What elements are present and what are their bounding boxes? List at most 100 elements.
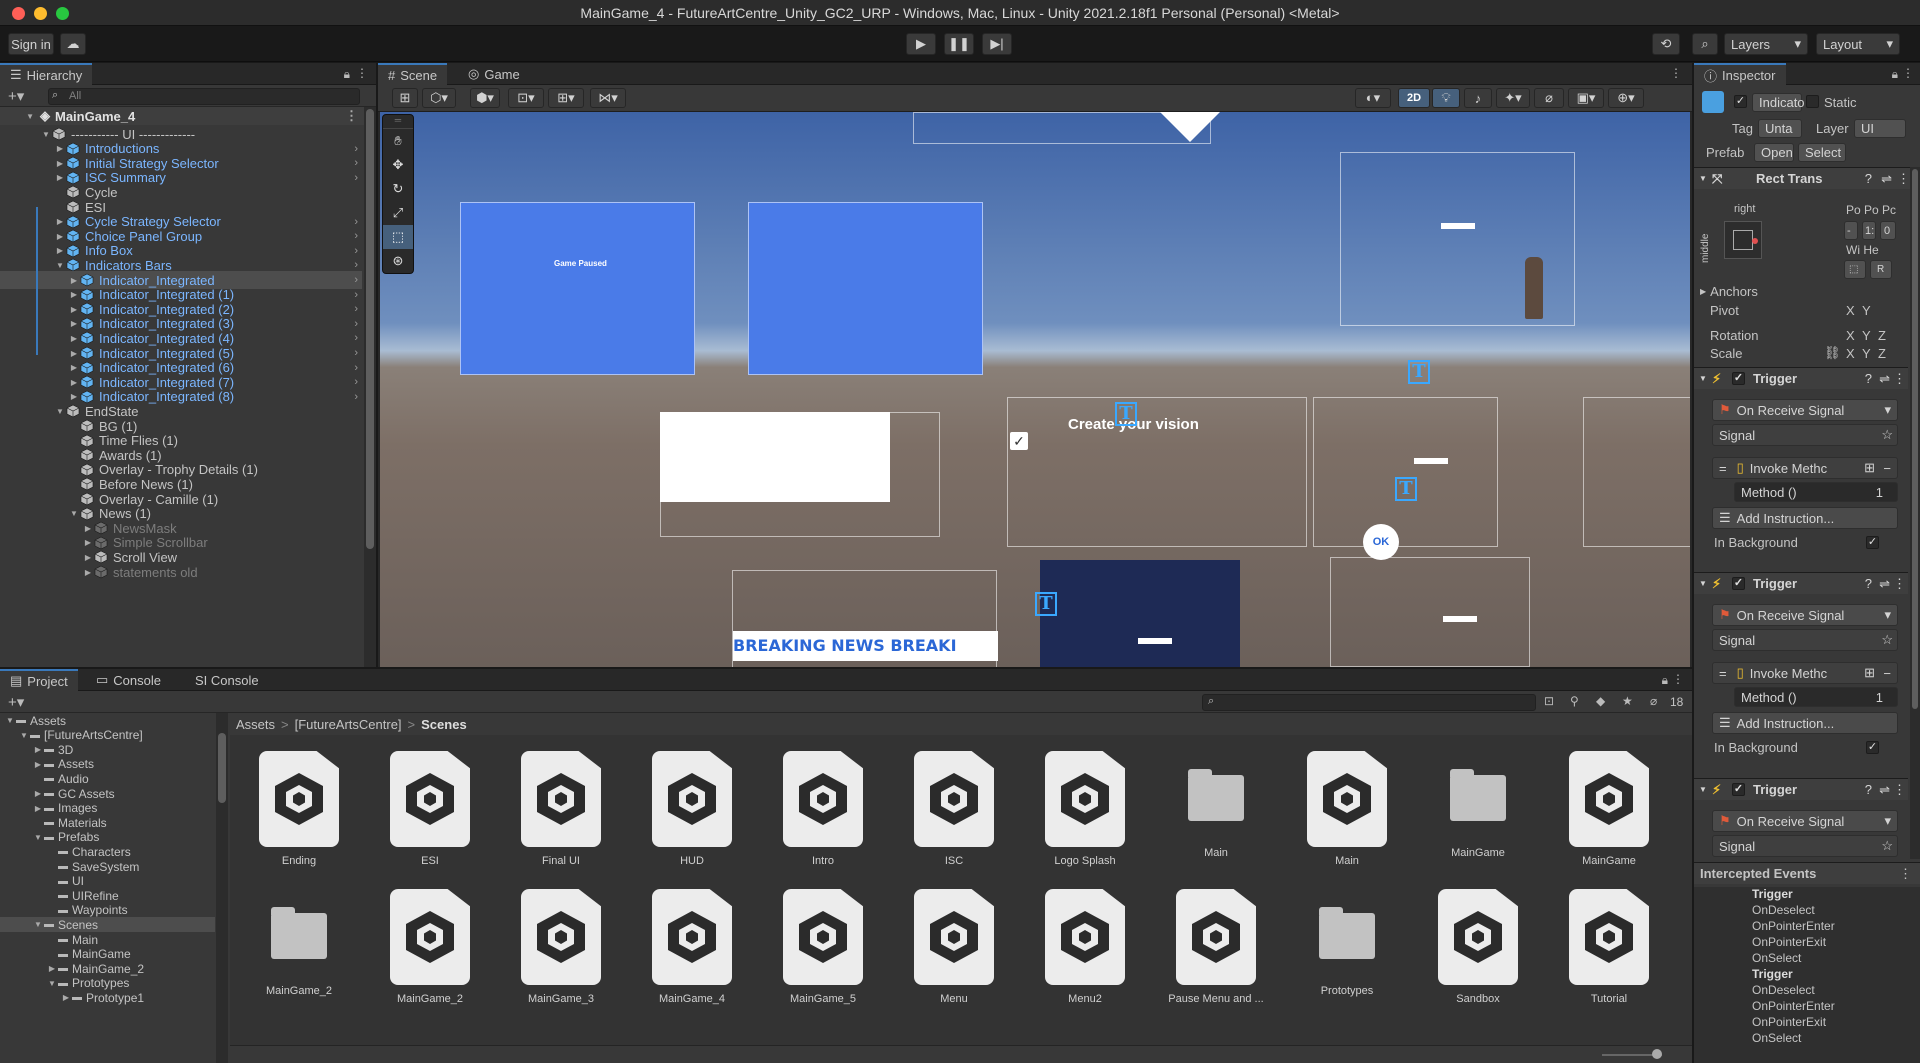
- expand-arrow-icon[interactable]: ▶: [68, 276, 80, 285]
- add-icon[interactable]: +▾: [8, 87, 24, 105]
- remove-icon[interactable]: −: [1883, 666, 1891, 681]
- project-tree-item[interactable]: ▶ ▬ MainGame_2: [0, 961, 215, 976]
- filter-icon[interactable]: ⚲: [1570, 694, 1579, 708]
- enabled-checkbox[interactable]: ✓: [1732, 577, 1745, 590]
- add-instruction-button[interactable]: ☰ Add Instruction...: [1712, 712, 1898, 734]
- preset-icon[interactable]: ⇌: [1879, 782, 1890, 798]
- asset-scene-file[interactable]: Menu2: [1030, 889, 1140, 1019]
- prefab-select-button[interactable]: Select: [1798, 143, 1846, 162]
- asset-scene-file[interactable]: Final UI: [506, 751, 616, 881]
- project-tree-item[interactable]: ▬ Audio: [0, 771, 215, 786]
- chevron-right-icon[interactable]: ›: [354, 143, 358, 155]
- label-icon[interactable]: ◆: [1596, 694, 1605, 708]
- link-icon[interactable]: ⛓: [1824, 345, 1841, 361]
- asset-scene-file[interactable]: Sandbox: [1423, 889, 1533, 1019]
- gizmo-pivot-button[interactable]: ⊞: [392, 88, 418, 108]
- enabled-checkbox[interactable]: ✓: [1732, 372, 1745, 385]
- project-tree-item[interactable]: ▬ MainGame: [0, 947, 215, 962]
- orientation-button[interactable]: ⬢▾: [470, 88, 500, 108]
- project-tree-item[interactable]: ▬ Waypoints: [0, 903, 215, 918]
- raw-edit-button[interactable]: R: [1870, 260, 1892, 279]
- grid-snap-button[interactable]: ⊞▾: [548, 88, 584, 108]
- chevron-right-icon[interactable]: ›: [354, 303, 358, 315]
- expand-arrow-icon[interactable]: ▶: [54, 173, 66, 182]
- expand-arrow-icon[interactable]: ▼: [54, 407, 66, 416]
- pause-button[interactable]: ❚❚: [944, 33, 974, 55]
- scene-viewport[interactable]: ═ ✋︎ ✥ ↻ ⤢ ⬚ ⊛ Game Paused Create your v…: [380, 112, 1690, 667]
- scene-rect-mid[interactable]: Create your vision ✓: [1007, 397, 1307, 547]
- asset-scene-file[interactable]: MainGame_3: [506, 889, 616, 1019]
- expand-arrow-icon[interactable]: ▶: [68, 363, 80, 372]
- star-icon[interactable]: ☆: [1881, 632, 1893, 648]
- search-by-type-icon[interactable]: ⊡: [1544, 694, 1554, 708]
- expand-arrow-icon[interactable]: ▼: [68, 509, 80, 518]
- palette-grip[interactable]: ═: [383, 115, 413, 129]
- help-icon[interactable]: ?: [1865, 576, 1872, 591]
- asset-folder[interactable]: MainGame: [1423, 751, 1533, 881]
- asset-scene-file[interactable]: HUD: [637, 751, 747, 881]
- preset-icon[interactable]: ⇌: [1881, 171, 1892, 187]
- chevron-right-icon[interactable]: ›: [354, 289, 358, 301]
- project-tree-item[interactable]: ▼ ▬ Assets: [0, 713, 215, 728]
- instruction-row[interactable]: = ▯ Invoke Methc ⊞ −: [1712, 662, 1898, 684]
- hand-tool-icon[interactable]: ✋︎: [383, 129, 413, 153]
- project-tree-item[interactable]: ▶ ▬ Images: [0, 801, 215, 816]
- expand-arrow-icon[interactable]: ▼: [40, 130, 52, 139]
- event-type-dropdown[interactable]: ⚑ On Receive Signal ▾: [1712, 399, 1898, 421]
- pos-y-field[interactable]: 1:: [1862, 221, 1876, 240]
- tab-game[interactable]: ◎ Game: [458, 63, 530, 85]
- kebab-menu-icon[interactable]: ⋮: [1902, 66, 1914, 80]
- in-background-checkbox[interactable]: ✓: [1866, 741, 1879, 754]
- asset-folder[interactable]: Main: [1161, 751, 1271, 881]
- asset-scene-file[interactable]: ISC: [899, 751, 1009, 881]
- expand-arrow-icon[interactable]: ▼: [4, 716, 16, 725]
- move-tool-icon[interactable]: ✥: [383, 153, 413, 177]
- tab-console[interactable]: ▭ Console: [86, 669, 171, 691]
- asset-scene-file[interactable]: MainGame_4: [637, 889, 747, 1019]
- expand-arrow-icon[interactable]: ▶: [32, 804, 44, 813]
- asset-scene-file[interactable]: ESI: [375, 751, 485, 881]
- lock-icon[interactable]: 🔒︎: [344, 67, 350, 82]
- signal-field[interactable]: Signal ☆: [1712, 424, 1898, 446]
- asset-scene-file[interactable]: Main: [1292, 751, 1402, 881]
- pos-x-field[interactable]: -: [1844, 221, 1858, 240]
- kebab-menu-icon[interactable]: ⋮: [1899, 866, 1912, 882]
- project-tree-item[interactable]: ▼ ▬ Prefabs: [0, 830, 215, 845]
- chevron-right-icon[interactable]: ›: [354, 230, 358, 242]
- sign-in-button[interactable]: Sign in: [8, 33, 54, 55]
- kebab-menu-icon[interactable]: ⋮: [1893, 782, 1906, 798]
- event-type-dropdown[interactable]: ⚑ On Receive Signal ▾: [1712, 604, 1898, 626]
- breadcrumb-assets[interactable]: Assets: [236, 717, 275, 732]
- history-icon[interactable]: ⟲: [1652, 33, 1680, 55]
- instruction-row[interactable]: = ▯ Invoke Methc ⊞ −: [1712, 457, 1898, 479]
- project-tree-item[interactable]: ▶ ▬ GC Assets: [0, 786, 215, 801]
- asset-scene-file[interactable]: Logo Splash: [1030, 751, 1140, 881]
- chevron-right-icon[interactable]: ›: [354, 376, 358, 388]
- close-window-button[interactable]: [12, 7, 25, 20]
- intercepted-events-header[interactable]: Intercepted Events ⋮: [1694, 862, 1920, 884]
- rect-transform-header[interactable]: ▼ ⤧ Rect Trans ? ⇌ ⋮: [1694, 167, 1920, 189]
- asset-scene-file[interactable]: Intro: [768, 751, 878, 881]
- scene-rect-bottom-right[interactable]: [1330, 557, 1530, 667]
- add-icon[interactable]: ⊞: [1864, 460, 1875, 476]
- help-icon[interactable]: ?: [1865, 782, 1872, 797]
- effects-button[interactable]: ✦▾: [1496, 88, 1530, 108]
- trigger-header[interactable]: ▼ ⚡︎ ✓ Trigger? ⇌ ⋮: [1694, 572, 1908, 594]
- asset-scene-file[interactable]: MainGame: [1554, 751, 1664, 881]
- increment-snap-button[interactable]: ⋈▾: [590, 88, 626, 108]
- trigger-header[interactable]: ▼ ⚡︎ ✓ Trigger? ⇌ ⋮: [1694, 367, 1908, 389]
- expand-arrow-icon[interactable]: ▶: [82, 524, 94, 533]
- favorite-icon[interactable]: ★: [1622, 694, 1633, 708]
- anchor-preset-button[interactable]: [1724, 221, 1762, 259]
- scale-tool-icon[interactable]: ⤢: [383, 201, 413, 225]
- asset-scene-file[interactable]: Ending: [244, 751, 354, 881]
- enabled-checkbox[interactable]: ✓: [1732, 783, 1745, 796]
- tab-inspector[interactable]: ⓘ Inspector: [1694, 63, 1786, 85]
- help-icon[interactable]: ?: [1865, 171, 1872, 186]
- asset-folder[interactable]: MainGame_2: [244, 889, 354, 1019]
- method-field[interactable]: Method () 1: [1734, 482, 1898, 502]
- project-search-input[interactable]: [1202, 694, 1536, 711]
- scene-rect-character[interactable]: [1340, 152, 1575, 326]
- pos-z-field[interactable]: 0: [1880, 221, 1896, 240]
- scene-root-row[interactable]: ▼ ◈ MainGame_4 ⋮: [0, 107, 376, 125]
